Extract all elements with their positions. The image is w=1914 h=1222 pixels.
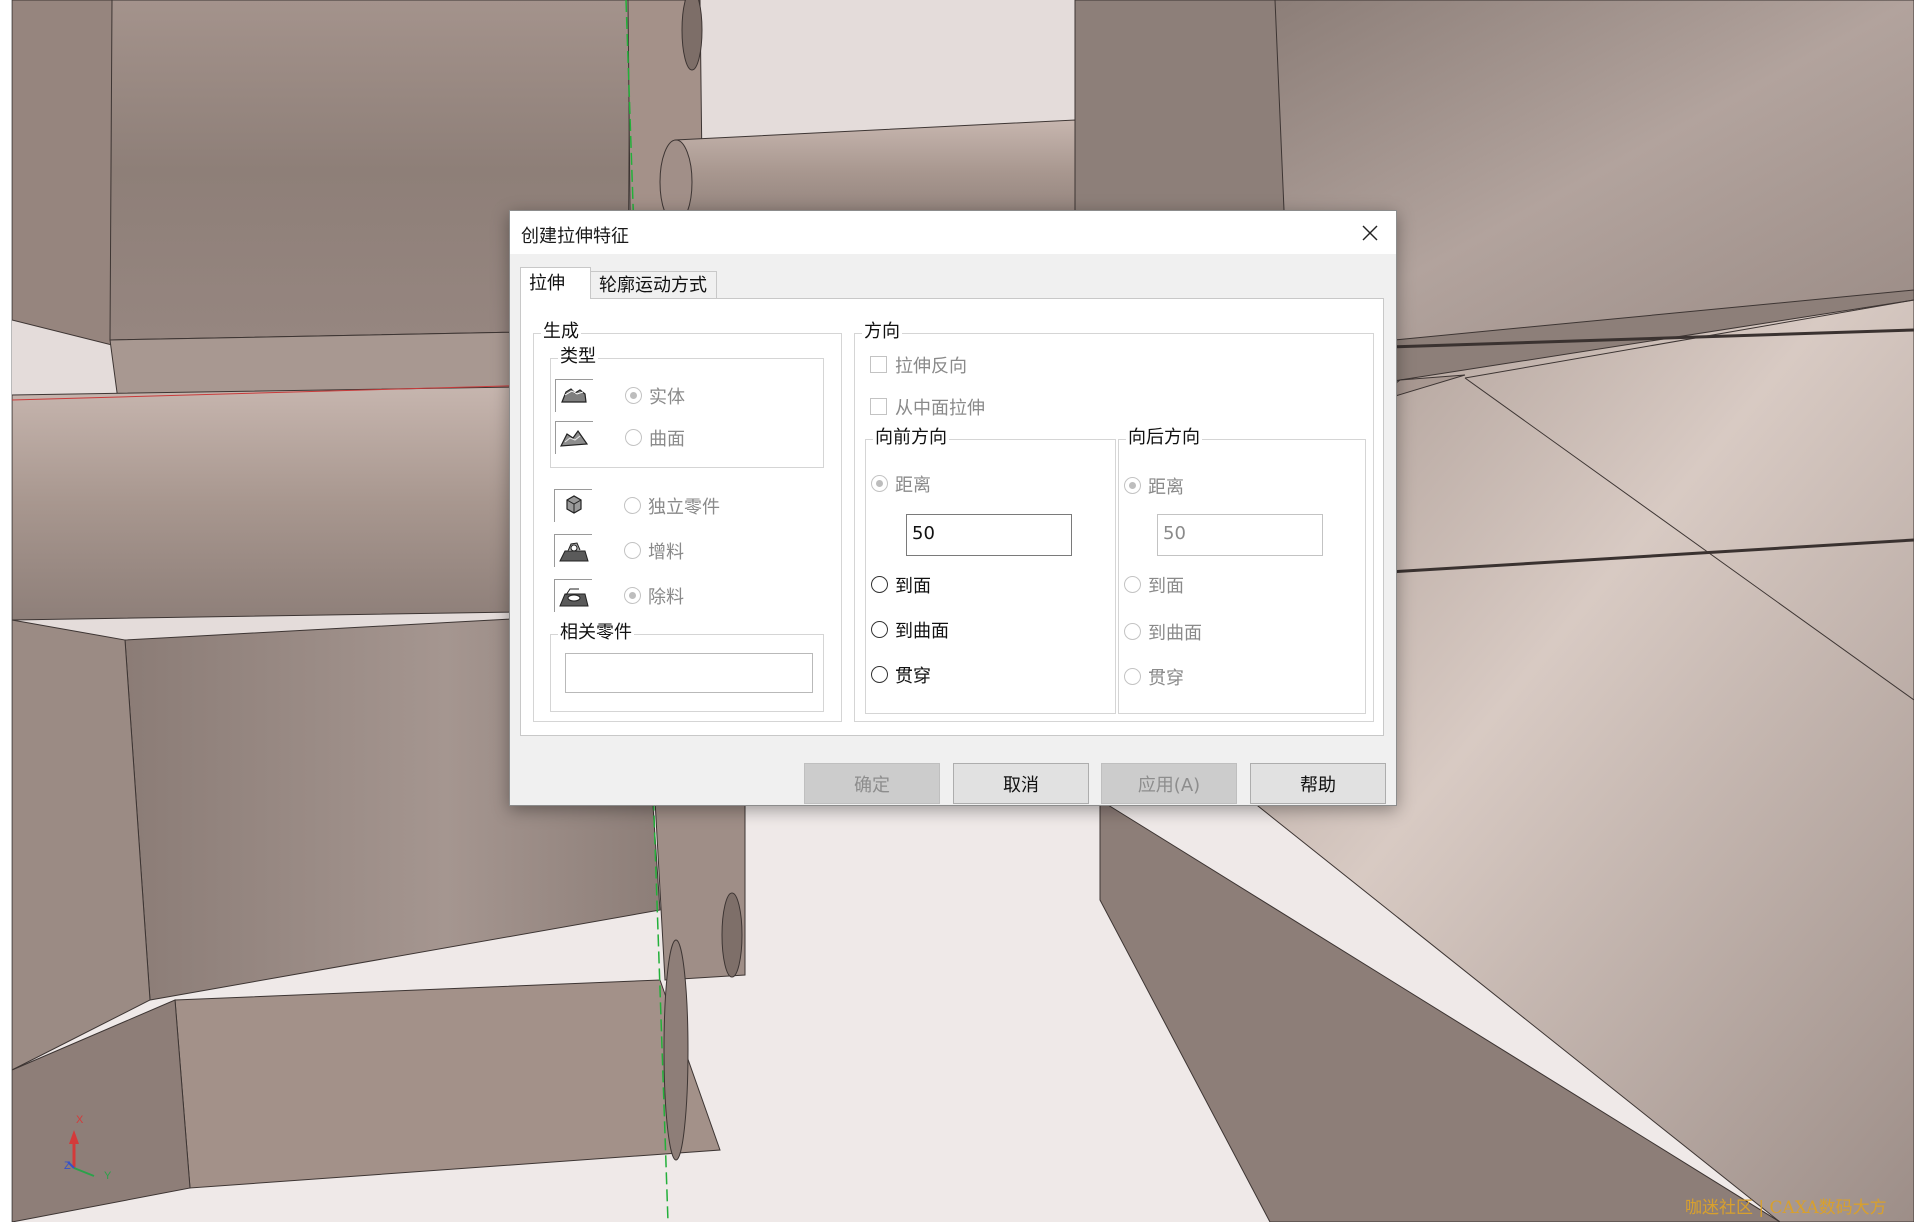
forward-to-face-radio[interactable]: [871, 576, 888, 593]
axis-label-x: X: [76, 1114, 84, 1126]
backward-to-face-radio[interactable]: [1124, 576, 1141, 593]
type-group: 类型 实体 曲面: [550, 345, 824, 468]
forward-direction-group: 向前方向 距离 50 到面 到曲面 贯穿: [865, 426, 1116, 714]
backward-to-surface-radio[interactable]: [1124, 623, 1141, 640]
left-panel-edge: [0, 0, 12, 1222]
part-icon: [554, 489, 592, 522]
backward-distance-radio[interactable]: [1124, 477, 1141, 494]
tab-panel: 生成 类型 实体 曲面 独立零件 增料 除料 相关零件 方向 拉伸反向 从中面拉…: [520, 298, 1384, 736]
backward-distance-label: 距离: [1148, 477, 1184, 498]
type-solid-label: 实体: [649, 387, 685, 408]
related-part-field[interactable]: [565, 653, 813, 693]
generate-group: 生成 类型 实体 曲面 独立零件 增料 除料 相关零件: [533, 320, 842, 722]
dialog-titlebar[interactable]: 创建拉伸特征: [510, 211, 1396, 254]
cancel-button[interactable]: 取消: [953, 763, 1089, 804]
backward-through-label: 贯穿: [1148, 668, 1184, 689]
type-group-caption: 类型: [558, 345, 598, 369]
mid-plane-checkbox[interactable]: [870, 398, 887, 415]
dialog-title: 创建拉伸特征: [521, 226, 629, 247]
remove-material-icon: [554, 579, 592, 612]
forward-through-label: 贯穿: [895, 666, 931, 687]
tab-profile-motion[interactable]: 轮廓运动方式: [590, 271, 717, 299]
mode-add-radio[interactable]: [624, 542, 641, 559]
tab-extrude[interactable]: 拉伸: [520, 267, 591, 299]
help-button[interactable]: 帮助: [1250, 763, 1386, 804]
backward-distance-input[interactable]: 50: [1157, 514, 1323, 556]
watermark: 咖迷社区 | CAXA数码大方: [1685, 1198, 1887, 1218]
direction-group-caption: 方向: [862, 320, 902, 344]
forward-through-radio[interactable]: [871, 666, 888, 683]
axis-label-z: Z: [64, 1160, 71, 1172]
ok-button[interactable]: 确定: [804, 763, 940, 804]
type-surface-label: 曲面: [649, 429, 685, 450]
mid-plane-label: 从中面拉伸: [895, 398, 985, 419]
add-material-icon: [554, 534, 592, 567]
related-part-caption: 相关零件: [558, 621, 634, 645]
mode-part-label: 独立零件: [648, 497, 720, 518]
forward-distance-label: 距离: [895, 475, 931, 496]
forward-distance-radio[interactable]: [871, 475, 888, 492]
mode-part-radio[interactable]: [624, 497, 641, 514]
forward-to-surface-radio[interactable]: [871, 621, 888, 638]
mode-remove-radio[interactable]: [624, 587, 641, 604]
mode-add-label: 增料: [648, 542, 684, 563]
axis-triad: X Y Z: [60, 1114, 130, 1188]
direction-group: 方向 拉伸反向 从中面拉伸 向前方向 距离 50 到面 到曲面 贯穿 向后方向: [854, 320, 1374, 722]
solid-icon: [555, 379, 593, 412]
reverse-checkbox[interactable]: [870, 356, 887, 373]
generate-group-caption: 生成: [541, 320, 581, 344]
backward-through-radio[interactable]: [1124, 668, 1141, 685]
related-part-group: 相关零件: [550, 621, 824, 712]
forward-to-face-label: 到面: [895, 576, 931, 597]
mode-remove-label: 除料: [648, 587, 684, 608]
surface-icon: [555, 421, 593, 454]
forward-caption: 向前方向: [873, 426, 949, 450]
close-icon: [1362, 225, 1378, 240]
backward-direction-group: 向后方向 距离 50 到面 到曲面 贯穿: [1118, 426, 1366, 714]
forward-distance-input[interactable]: 50: [906, 514, 1072, 556]
backward-to-surface-label: 到曲面: [1148, 623, 1202, 644]
forward-to-surface-label: 到曲面: [895, 621, 949, 642]
type-solid-radio[interactable]: [625, 387, 642, 404]
backward-to-face-label: 到面: [1148, 576, 1184, 597]
extrude-feature-dialog[interactable]: 创建拉伸特征 拉伸 轮廓运动方式 生成 类型 实体 曲面 独立零件 增料 除料 …: [509, 210, 1397, 806]
backward-caption: 向后方向: [1126, 426, 1202, 450]
axis-label-y: Y: [104, 1170, 112, 1182]
close-button[interactable]: [1344, 211, 1396, 254]
apply-button[interactable]: 应用(A): [1101, 763, 1237, 804]
type-surface-radio[interactable]: [625, 429, 642, 446]
reverse-label: 拉伸反向: [895, 356, 967, 377]
